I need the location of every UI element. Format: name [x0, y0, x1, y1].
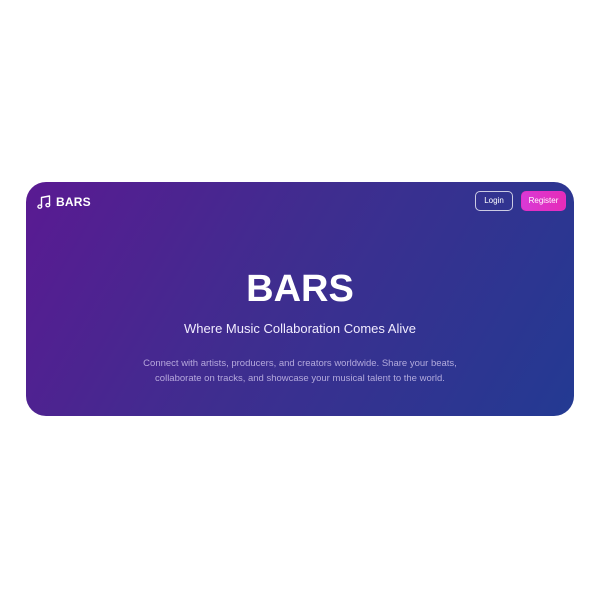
page: BARS Login Register BARS Where Music Col…: [0, 0, 600, 600]
top-navbar: BARS Login Register: [26, 182, 574, 222]
hero-banner: BARS Login Register BARS Where Music Col…: [26, 182, 574, 416]
login-button[interactable]: Login: [475, 191, 513, 211]
music-note-icon: [36, 194, 52, 210]
register-button[interactable]: Register: [521, 191, 566, 211]
hero-subtitle: Where Music Collaboration Comes Alive: [184, 321, 416, 336]
hero-description: Connect with artists, producers, and cre…: [143, 358, 457, 384]
brand-name: BARS: [56, 195, 91, 209]
brand-logo-link[interactable]: BARS: [36, 193, 91, 211]
hero-title: BARS: [246, 268, 354, 310]
